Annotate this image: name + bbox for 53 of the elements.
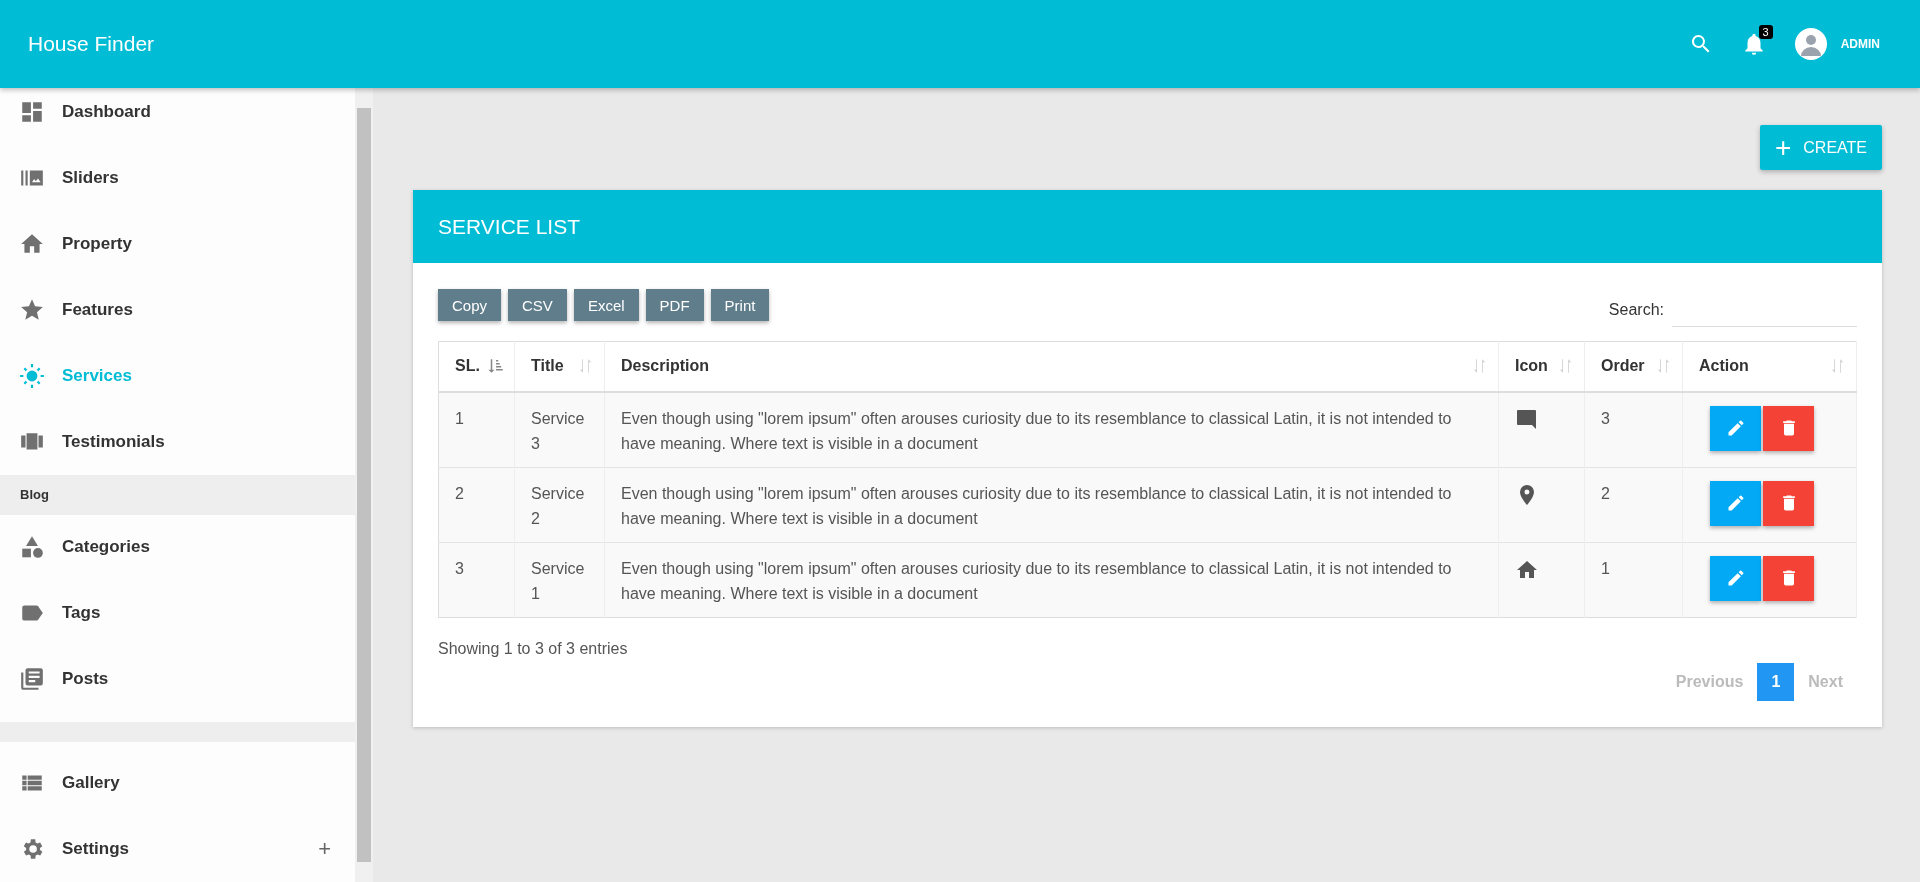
sidebar-item[interactable]: Tags (0, 580, 355, 647)
table-cell: 2 (455, 484, 464, 502)
expand-icon[interactable]: + (318, 836, 331, 863)
table-cell: Even though using "lorem ipsum" often arouses curiosity due to its resemblance to classical Latin, it is not intended to have meaning. Where text is visible in a document (621, 484, 1452, 527)
table-cell: 1 (455, 409, 464, 427)
app-title: House Finder (28, 32, 155, 56)
sun-icon (19, 363, 45, 390)
table-cell: Service 3 (531, 409, 585, 452)
sort-ascending-icon[interactable] (487, 357, 505, 376)
table-cell: Even though using "lorem ipsum" often arouses curiosity due to its resemblance to classical Latin, it is not intended to have meaning. Where text is visible in a document (621, 559, 1452, 602)
export-button[interactable]: Excel (573, 289, 639, 321)
column-header: SL. (455, 357, 480, 376)
table-cell: Service 2 (531, 484, 585, 527)
entries-info: Showing 1 to 3 of 3 entries (438, 639, 629, 658)
table-cell: 2 (1601, 484, 1610, 502)
export-button[interactable]: CSV (508, 289, 567, 321)
export-button[interactable]: Copy (438, 289, 502, 321)
table-cell: 1 (1601, 559, 1610, 577)
edit-button[interactable] (1710, 555, 1761, 601)
edit-button[interactable] (1710, 480, 1761, 526)
column-header: Icon (1515, 357, 1548, 376)
sidebar-item[interactable]: Posts (0, 646, 355, 713)
edit-button[interactable] (1710, 405, 1761, 451)
export-button[interactable]: Print (710, 289, 770, 321)
export-button[interactable]: PDF (645, 289, 704, 321)
table-cell: 3 (455, 559, 464, 577)
posts-icon (19, 666, 45, 693)
delete-button[interactable] (1763, 555, 1814, 601)
column-header: Action (1699, 357, 1749, 376)
notification-count: 3 (1758, 25, 1773, 39)
delete-button[interactable] (1763, 480, 1814, 526)
page-button[interactable]: 1 (1757, 662, 1795, 701)
sidebar-item[interactable]: Property (0, 211, 355, 278)
scrollbar[interactable] (355, 88, 373, 882)
section-label: Blog (20, 487, 49, 503)
table-cell: 3 (1601, 409, 1610, 427)
avatar-icon[interactable] (1794, 28, 1827, 60)
sidebar-item[interactable]: Categories (0, 514, 355, 581)
sidebar-item[interactable]: Sliders (0, 145, 355, 212)
column-header: Order (1601, 357, 1645, 376)
column-header: Title (531, 357, 564, 376)
column-header: Description (621, 357, 709, 376)
search-label: Search: (1608, 301, 1664, 319)
sidebar-item[interactable]: Settings + (0, 816, 355, 882)
sidebar-item[interactable]: Gallery (0, 750, 355, 817)
table-cell: Service 1 (531, 559, 585, 602)
sidebar-item[interactable]: Dashboard (0, 88, 355, 146)
delete-button[interactable] (1763, 405, 1814, 451)
table-cell: Even though using "lorem ipsum" often arouses curiosity due to its resemblance to classical Latin, it is not intended to have meaning. Where text is visible in a document (621, 409, 1452, 452)
sidebar-item[interactable]: Features (0, 277, 355, 344)
sidebar-item[interactable]: Testimonials (0, 409, 355, 476)
card-title: SERVICE LIST (438, 214, 580, 239)
shapes-icon (19, 534, 45, 561)
